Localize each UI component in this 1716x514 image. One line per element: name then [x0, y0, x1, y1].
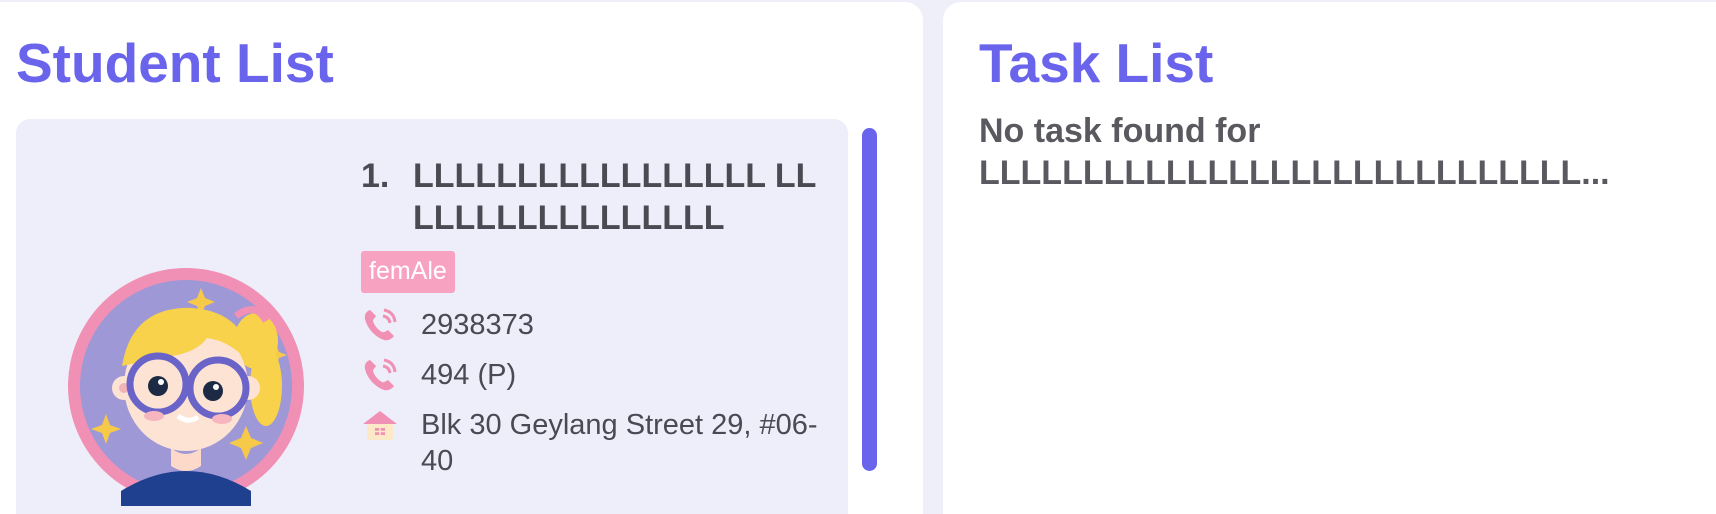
secondary-phone-row: 494 (P) [361, 357, 831, 393]
student-avatar [66, 266, 306, 506]
phone-icon [361, 357, 421, 393]
address-row: Blk 30 Geylang Street 29, #06-40 [361, 407, 831, 479]
phone-number: 2938373 [421, 309, 534, 341]
task-list-panel: Task List No task found for LLLLLLLLLLLL… [943, 2, 1716, 514]
address: Blk 30 Geylang Street 29, #06-40 [421, 409, 818, 477]
secondary-phone-number: 494 (P) [421, 359, 517, 391]
avatar-girl-icon [68, 268, 304, 506]
app-root: Student List 1. LLLLLLLLLLLLLLLLL LLLLLL… [0, 0, 1716, 514]
student-list-scrollbar[interactable] [862, 128, 877, 471]
task-list-title: Task List [979, 32, 1214, 94]
student-index: 1. [361, 157, 390, 195]
student-name-row: 1. LLLLLLLLLLLLLLLLL LLLLLLLLLLLLLLLLL [361, 155, 831, 239]
student-list-title: Student List [16, 32, 334, 94]
student-info: 1. LLLLLLLLLLLLLLLLL LLLLLLLLLLLLLLLLL f… [361, 155, 831, 479]
no-task-message: No task found for LLLLLLLLLLLLLLLLLLLLLL… [979, 112, 1610, 192]
phone-row: 2938373 [361, 307, 831, 343]
student-card[interactable]: 1. LLLLLLLLLLLLLLLLL LLLLLLLLLLLLLLLLL f… [16, 119, 848, 514]
student-name: LLLLLLLLLLLLLLLLL LLLLLLLLLLLLLLLLL [413, 157, 817, 237]
home-icon [361, 407, 421, 443]
gender-tag: femAle [361, 251, 455, 293]
phone-icon [361, 307, 421, 343]
student-list-panel: Student List 1. LLLLLLLLLLLLLLLLL LLLLLL… [0, 2, 923, 514]
